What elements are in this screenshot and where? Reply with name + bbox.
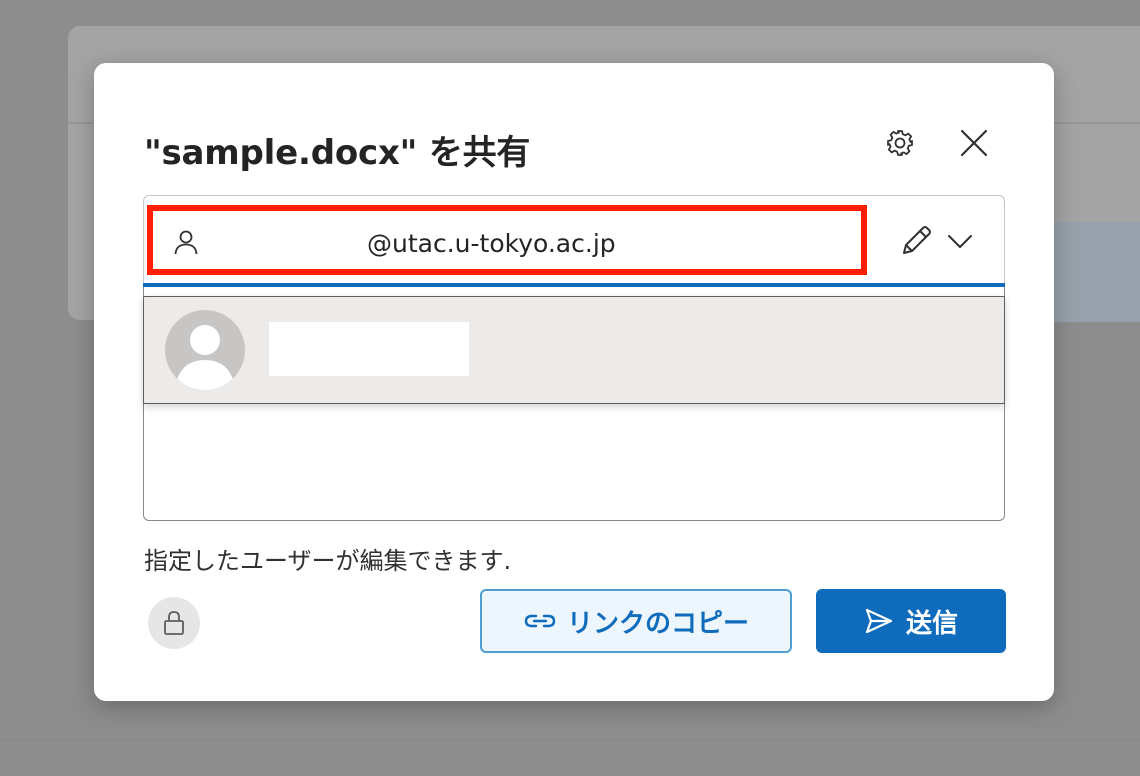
recipient-focus-underline (143, 283, 1005, 287)
chevron-down-icon[interactable] (946, 229, 974, 253)
close-icon[interactable] (958, 127, 990, 159)
avatar (165, 310, 245, 390)
pencil-icon[interactable] (898, 223, 934, 259)
recipient-input[interactable]: @utac.u-tokyo.ac.jp (147, 205, 867, 275)
suggestion-item[interactable] (143, 296, 1005, 404)
recipient-email-text: @utac.u-tokyo.ac.jp (367, 229, 616, 258)
person-icon (174, 230, 198, 255)
person-avatar-icon (175, 325, 235, 390)
send-icon (865, 608, 893, 634)
background-strip (1054, 222, 1140, 322)
send-label: 送信 (905, 608, 958, 639)
lock-icon (164, 611, 184, 635)
copy-link-button[interactable]: リンクのコピー (480, 589, 792, 653)
link-icon (524, 614, 556, 628)
dialog-title: "sample.docx" を共有 (144, 133, 531, 173)
share-dialog: "sample.docx" を共有 @utac.u-tokyo.ac.jp 指定… (94, 63, 1054, 701)
copy-link-label: リンクのコピー (566, 608, 749, 639)
suggestion-name-redacted (269, 322, 469, 376)
background-line (0, 740, 1140, 741)
permission-note: 指定したユーザーが編集できます. (144, 547, 512, 575)
gear-icon[interactable] (884, 127, 916, 159)
send-button[interactable]: 送信 (816, 589, 1006, 653)
lock-button[interactable] (148, 597, 200, 649)
